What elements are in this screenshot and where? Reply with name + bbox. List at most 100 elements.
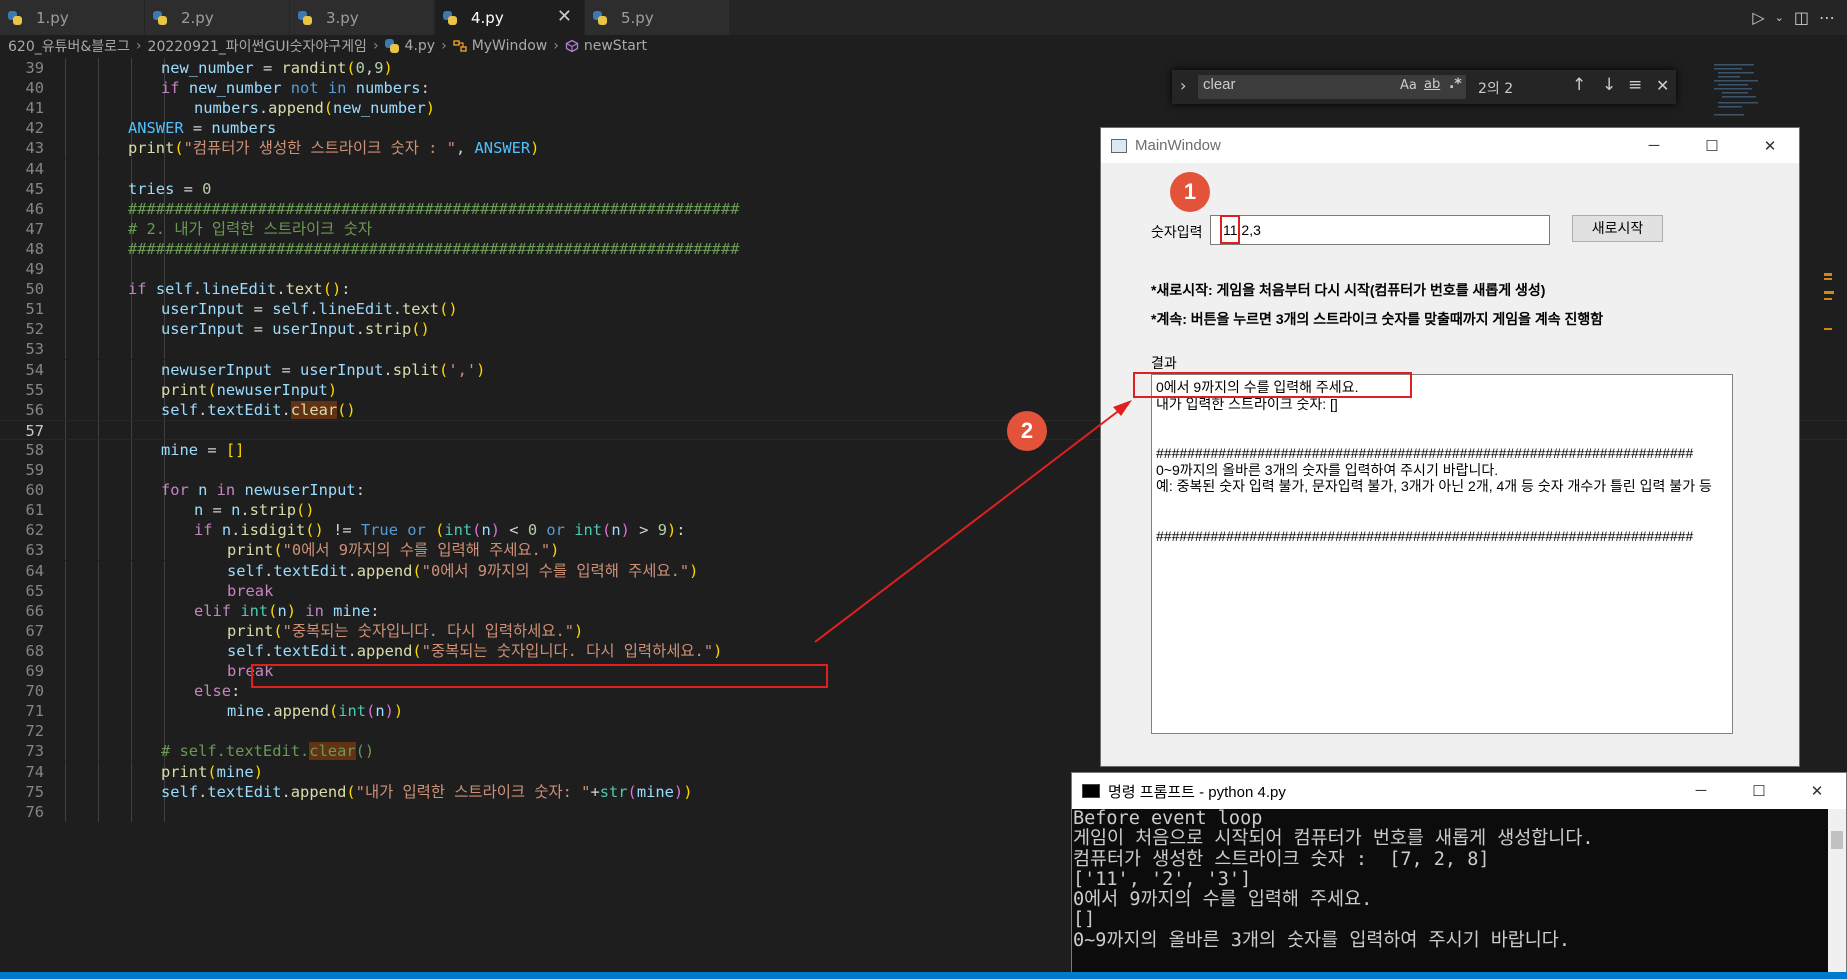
result-line (1156, 511, 1728, 528)
previous-match-icon[interactable]: ↑ (1572, 75, 1586, 95)
cmd-output[interactable]: Before event loop 게임이 처음으로 시작되어 컴퓨터가 번호를 … (1072, 809, 1828, 978)
code-text: if self.lineEdit.text(): (128, 280, 351, 299)
close-icon[interactable]: ✕ (1741, 128, 1799, 163)
split-editor-icon[interactable]: ◫ (1794, 8, 1809, 27)
indent-guide (164, 600, 165, 621)
indent-guide (65, 781, 66, 802)
line-number: 69 (25, 662, 44, 680)
indent-guide (98, 781, 99, 802)
close-icon[interactable]: ✕ (1656, 76, 1669, 95)
highlight-box-result (1133, 372, 1412, 398)
line-number: 65 (25, 581, 44, 600)
next-match-icon[interactable]: ↓ (1602, 75, 1616, 95)
close-icon[interactable]: ✕ (557, 6, 572, 27)
line-number: 67 (25, 621, 44, 640)
line-number: 45 (25, 179, 44, 198)
indent-guide (65, 299, 66, 320)
indent-guide (65, 460, 66, 481)
maximize-icon[interactable]: ☐ (1730, 773, 1788, 808)
chevron-down-icon[interactable]: ⌄ (1775, 11, 1784, 24)
more-icon[interactable]: ⋯ (1819, 8, 1835, 27)
indent-guide (98, 78, 99, 99)
number-input[interactable]: 11,2,3 (1210, 215, 1550, 245)
tab-1-py[interactable]: 1.py (0, 0, 145, 35)
minimize-icon[interactable]: ─ (1625, 128, 1683, 163)
line-number: 64 (25, 561, 44, 580)
indent-guide (65, 540, 66, 561)
qt-title-bar[interactable]: MainWindow ─ ☐ ✕ (1101, 128, 1799, 163)
tab-4-py[interactable]: 4.py ✕ (435, 0, 585, 35)
breadcrumb-method[interactable]: newStart (584, 38, 647, 54)
cmd-line: [] (1073, 909, 1096, 931)
indent-guide (98, 520, 99, 541)
tab-3-py[interactable]: 3.py (290, 0, 435, 35)
breadcrumb-file[interactable]: 4.py (405, 38, 436, 54)
restart-button[interactable]: 새로시작 (1572, 215, 1663, 242)
indent-guide (164, 460, 165, 481)
breadcrumb-subfolder[interactable]: 20220921_파이썬GUI숫자야구게임 (148, 36, 367, 56)
find-widget: › clear Aa ab .* 2의 2 ↑ ↓ ≡ ✕ (1172, 70, 1676, 104)
cmd-scrollbar[interactable] (1828, 809, 1846, 978)
indent-guide (131, 78, 132, 99)
breadcrumb-folder[interactable]: 620_유튜버&블로그 (8, 36, 130, 56)
indent-guide (131, 420, 132, 439)
cmd-title-bar[interactable]: 명령 프롬프트 - python 4.py ─ ☐ ✕ (1072, 773, 1846, 809)
indent-guide (131, 801, 132, 822)
indent-guide (65, 178, 66, 199)
line-number: 58 (25, 440, 44, 459)
line-number: 47 (25, 219, 44, 238)
indent-guide (98, 600, 99, 621)
result-text-edit[interactable]: 0에서 9까지의 수를 입력해 주세요. 내가 입력한 스트라이크 숫자: [] … (1151, 374, 1733, 734)
code-text: elif int(n) in mine: (194, 601, 380, 620)
window-controls: ─ ☐ ✕ (1625, 128, 1799, 163)
indent-guide (98, 620, 99, 641)
chevron-right-icon: › (441, 38, 447, 54)
indent-guide (98, 640, 99, 661)
close-icon[interactable]: ✕ (1788, 773, 1846, 808)
code-text: userInput = userInput.strip() (161, 320, 430, 339)
indent-guide (65, 339, 66, 360)
tab-5-py[interactable]: 5.py (585, 0, 730, 35)
indent-guide (98, 480, 99, 501)
window-title: MainWindow (1135, 137, 1221, 154)
run-icon[interactable]: ▷ (1752, 8, 1764, 27)
find-in-selection-icon[interactable]: ≡ (1628, 75, 1642, 95)
whole-word-icon[interactable]: ab (1424, 77, 1440, 92)
indent-guide (131, 319, 132, 340)
indent-guide (131, 640, 132, 661)
minimize-icon[interactable]: ─ (1672, 773, 1730, 808)
indent-guide (98, 681, 99, 702)
tab-label: 2.py (181, 8, 214, 27)
line-number: 76 (25, 802, 44, 821)
maximize-icon[interactable]: ☐ (1683, 128, 1741, 163)
indent-guide (65, 560, 66, 581)
tab-label: 3.py (326, 8, 359, 27)
code-text: ########################################… (128, 199, 740, 218)
tab-2-py[interactable]: 2.py (145, 0, 290, 35)
indent-guide (65, 58, 66, 79)
scrollbar-thumb[interactable] (1831, 831, 1843, 849)
code-text: n = n.strip() (194, 501, 315, 520)
code-text: print(mine) (161, 762, 263, 781)
indent-guide (65, 319, 66, 340)
code-text: tries = 0 (128, 179, 212, 198)
indent-guide (98, 500, 99, 521)
indent-guide (164, 701, 165, 722)
restart-note: *새로시작: 게임을 처음부터 다시 시작(컴퓨터가 번호를 새롭게 생성) (1151, 282, 1546, 298)
indent-guide (65, 359, 66, 380)
indent-guide (131, 359, 132, 380)
indent-guide (65, 741, 66, 762)
indent-guide (98, 279, 99, 300)
python-file-icon (593, 10, 607, 25)
highlight-box-code-line (251, 664, 828, 688)
indent-guide (98, 379, 99, 400)
chevron-right-icon[interactable]: › (1180, 76, 1186, 95)
match-case-icon[interactable]: Aa (1400, 78, 1417, 93)
cmd-line: 컴퓨터가 생성한 스트라이크 숫자 : [7, 2, 8] (1073, 848, 1490, 870)
indent-guide (131, 379, 132, 400)
breadcrumb-class[interactable]: MyWindow (472, 38, 548, 54)
code-text: else: (194, 682, 241, 701)
editor-actions: ▷ ⌄ ◫ ⋯ (1752, 0, 1847, 35)
app-window-icon (1111, 138, 1127, 153)
regex-icon[interactable]: .* (1449, 76, 1462, 92)
